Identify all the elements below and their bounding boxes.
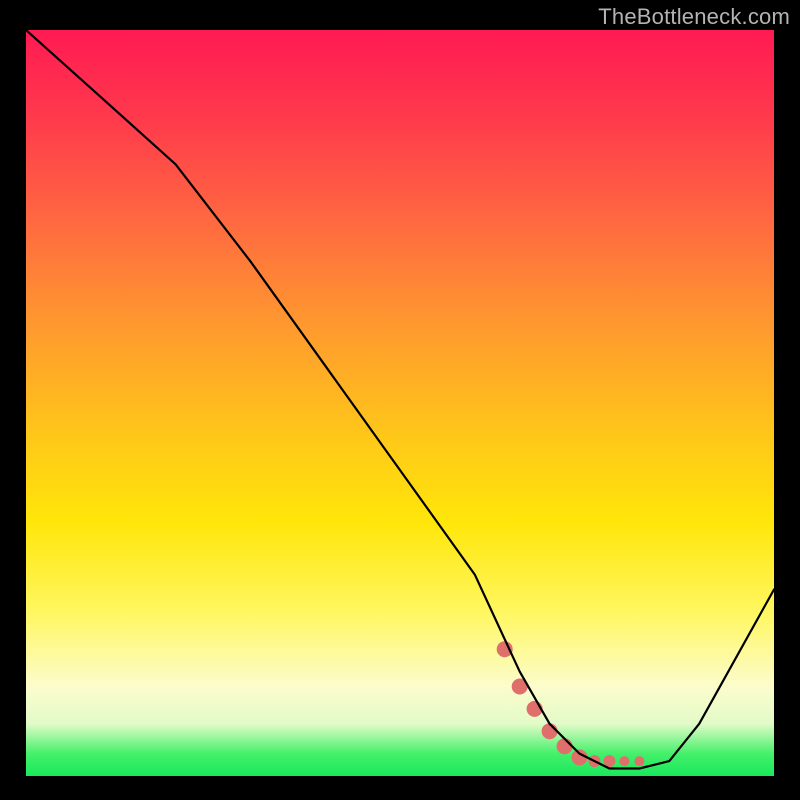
chart-svg [26, 30, 774, 776]
chart-container [26, 30, 774, 776]
marker-point [557, 738, 573, 754]
main-curve [26, 30, 774, 769]
marker-point [619, 756, 629, 766]
attribution-text: TheBottleneck.com [598, 4, 790, 30]
marker-point [542, 723, 558, 739]
markers-layer [497, 641, 645, 767]
marker-point [634, 756, 644, 766]
